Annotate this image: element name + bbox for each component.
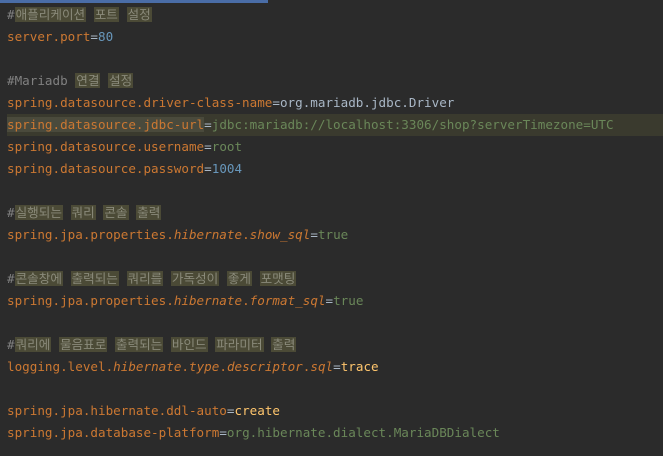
property-value: 80	[98, 29, 114, 44]
comment-word: 좋게	[226, 271, 252, 286]
equals-sign: =	[204, 139, 212, 154]
equals-sign: =	[204, 117, 212, 132]
comment-word: 연결	[75, 73, 101, 88]
comment-word: 설정	[126, 7, 152, 22]
comment-hash: #	[7, 7, 15, 22]
property-key: spring.jpa.properties.	[7, 227, 174, 242]
property-line-format-sql[interactable]: spring.jpa.properties.hibernate.format_s…	[7, 290, 663, 312]
property-line-log-level[interactable]: logging.level.hibernate.type.descriptor.…	[7, 356, 663, 378]
empty-line	[7, 180, 663, 202]
equals-sign: =	[219, 425, 227, 440]
property-key-segment: descriptor	[226, 359, 303, 374]
properties-editor[interactable]: #애플리케이션 포트 설정 server.port=80 #Mariadb 연결…	[7, 4, 663, 444]
comment-word: 콘솔	[103, 205, 129, 220]
property-line-username[interactable]: spring.datasource.username=root	[7, 136, 663, 158]
comment-word: 쿼리를	[126, 271, 164, 286]
comment-word: 물음표로	[58, 337, 108, 352]
property-value: org.mariadb.jdbc.Driver	[279, 95, 455, 110]
comment-word: 출력되는	[114, 337, 164, 352]
empty-line	[7, 312, 663, 334]
property-key-segment: type	[189, 359, 220, 374]
property-value: create	[234, 403, 280, 418]
equals-sign: =	[272, 95, 280, 110]
property-key: spring.datasource.jdbc-url	[7, 117, 205, 132]
property-key-segment: show_sql	[249, 227, 311, 242]
editor-tab-indicator	[0, 0, 268, 3]
property-line-ddl-auto[interactable]: spring.jpa.hibernate.ddl-auto=create	[7, 400, 663, 422]
comment-word: 콘솔창에	[14, 271, 63, 286]
comment-line: #콘솔창에 출력되는 쿼리를 가독성이 좋게 포맷팅	[7, 268, 663, 290]
comment-text: Mariadb	[14, 73, 68, 88]
property-key: spring.datasource.driver-class-name	[7, 95, 273, 110]
comment-hash: #	[7, 337, 15, 352]
property-line-show-sql[interactable]: spring.jpa.properties.hibernate.show_sql…	[7, 224, 663, 246]
property-value: trace	[340, 359, 379, 374]
equals-sign: =	[204, 161, 212, 176]
property-value: org.hibernate.dialect.MariaDBDialect	[226, 425, 500, 440]
property-key-segment: format_sql	[249, 293, 326, 308]
empty-line	[7, 48, 663, 70]
property-line-driver-class-name[interactable]: spring.datasource.driver-class-name=org.…	[7, 92, 663, 114]
property-key: spring.jpa.properties.	[7, 293, 174, 308]
property-key-dot: .	[242, 293, 250, 308]
empty-line	[7, 246, 663, 268]
comment-word: 쿼리	[70, 205, 96, 220]
comment-word: 쿼리에	[14, 337, 52, 352]
property-key: spring.datasource.username	[7, 139, 205, 154]
property-value: true	[317, 227, 349, 242]
comment-word: 포트	[93, 7, 119, 22]
property-key-dot: .	[181, 359, 189, 374]
comment-hash: #	[7, 205, 15, 220]
comment-word: 출력	[271, 337, 297, 352]
comment-line: #Mariadb 연결 설정	[7, 70, 663, 92]
comment-word: 실행되는	[14, 205, 63, 220]
comment-line: #실행되는 쿼리 콘솔 출력	[7, 202, 663, 224]
comment-word: 가독성이	[170, 271, 220, 286]
comment-hash: #	[7, 73, 15, 88]
comment-word: 출력되는	[70, 271, 119, 286]
property-line-database-platform[interactable]: spring.jpa.database-platform=org.hiberna…	[7, 422, 663, 444]
equals-sign: =	[333, 359, 341, 374]
equals-sign: =	[310, 227, 318, 242]
comment-hash: #	[7, 271, 15, 286]
property-key-segment: hibernate	[173, 227, 243, 242]
comment-word: 설정	[108, 73, 134, 88]
property-value: true	[333, 293, 364, 308]
property-key-segment: hibernate	[113, 359, 182, 374]
property-key: server.port	[7, 29, 91, 44]
property-key: logging.level.	[7, 359, 114, 374]
property-key: spring.jpa.database-platform	[7, 425, 220, 440]
property-key-dot: .	[219, 359, 227, 374]
property-value: jdbc:mariadb://localhost:3306/shop?serve…	[211, 117, 614, 132]
property-value: root	[211, 139, 243, 154]
comment-word: 애플리케이션	[14, 7, 87, 22]
property-value: 1004	[211, 161, 243, 176]
property-key: spring.datasource.password	[7, 161, 205, 176]
equals-sign: =	[90, 29, 98, 44]
comment-word: 출력	[136, 205, 162, 220]
comment-word: 바인드	[170, 337, 208, 352]
empty-line	[7, 378, 663, 400]
property-key-segment: hibernate	[173, 293, 243, 308]
property-key-segment: sql	[310, 359, 334, 374]
property-line-jdbc-url[interactable]: spring.datasource.jdbc-url=jdbc:mariadb:…	[7, 114, 663, 136]
comment-word: 포맷팅	[259, 271, 297, 286]
property-key: spring.jpa.hibernate.ddl-auto	[7, 403, 227, 418]
property-line-password[interactable]: spring.datasource.password=1004	[7, 158, 663, 180]
property-line-server-port[interactable]: server.port=80	[7, 26, 663, 48]
property-key-dot: .	[242, 227, 250, 242]
comment-word: 파라미터	[215, 337, 264, 352]
equals-sign: =	[325, 293, 334, 308]
comment-line: #쿼리에 물음표로 출력되는 바인드 파라미터 출력	[7, 334, 663, 356]
comment-line: #애플리케이션 포트 설정	[7, 4, 663, 26]
